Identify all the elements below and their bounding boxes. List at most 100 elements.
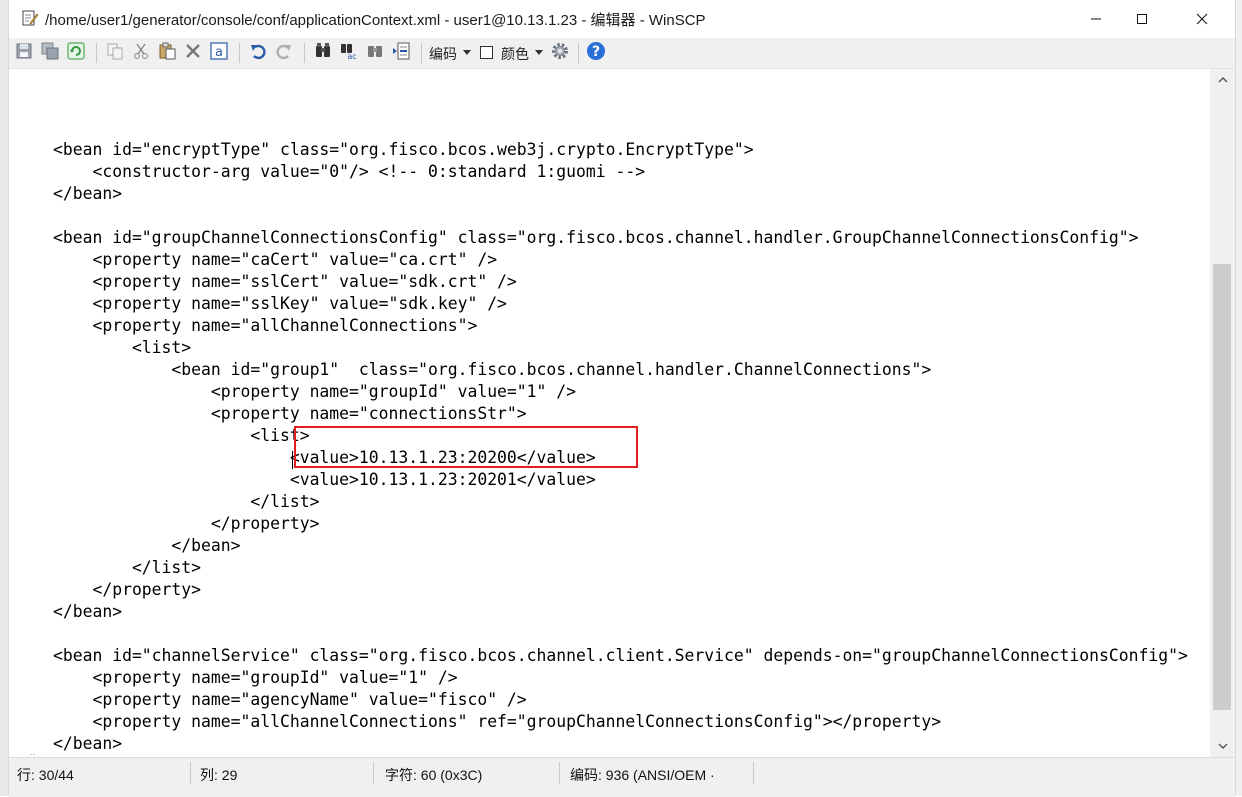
save-button[interactable] <box>12 41 36 65</box>
toolbar-separator <box>421 43 422 63</box>
toolbar: a ac 编码 颜色 ? <box>9 38 1235 69</box>
code-line[interactable]: <bean id="encryptType" class="org.fisco.… <box>53 139 1188 161</box>
code-line[interactable]: </property> <box>53 579 1188 601</box>
code-line[interactable]: </list> <box>53 557 1188 579</box>
settings-button[interactable] <box>548 41 572 65</box>
svg-text:ac: ac <box>347 52 356 60</box>
status-bar: 行: 30/44 列: 29 字符: 60 (0x3C) 编码: 936 (AN… <box>9 757 1235 797</box>
status-divider <box>373 762 374 784</box>
reload-button[interactable] <box>64 41 88 65</box>
code-line[interactable]: <bean id="groupChannelConnectionsConfig"… <box>53 227 1188 249</box>
chevron-down-icon <box>535 50 543 55</box>
delete-icon <box>184 42 202 65</box>
code-line[interactable]: </list> <box>53 491 1188 513</box>
code-line[interactable]: <value>10.13.1.23:20201</value> <box>53 469 1188 491</box>
status-divider <box>753 762 754 784</box>
code-line[interactable]: </bean> <box>53 601 1188 623</box>
status-divider <box>190 762 191 784</box>
status-char: 字符: 60 (0x3C) <box>385 767 483 783</box>
maximize-button[interactable] <box>1119 0 1165 38</box>
status-divider <box>559 762 560 784</box>
chevron-down-icon <box>1218 737 1228 755</box>
select-all-button[interactable]: a <box>207 41 231 65</box>
status-column: 列: 29 <box>200 767 238 783</box>
toolbar-separator <box>96 43 97 63</box>
settings-icon <box>550 41 570 66</box>
help-icon: ? <box>586 41 606 66</box>
code-line[interactable]: <property name="sslCert" value="sdk.crt"… <box>53 271 1188 293</box>
find-button[interactable] <box>311 41 335 65</box>
code-line[interactable]: <property name="groupId" value="1" /> <box>53 381 1188 403</box>
code-line[interactable]: <constructor-arg value="0"/> <!-- 0:stan… <box>53 161 1188 183</box>
code-line[interactable]: <bean id="group1" class="org.fisco.bcos.… <box>53 359 1188 381</box>
reload-icon <box>67 42 85 65</box>
code-line[interactable] <box>53 117 1188 139</box>
find-icon <box>314 42 332 65</box>
code-line[interactable] <box>53 205 1188 227</box>
code-line[interactable]: <property name="caCert" value="ca.crt" /… <box>53 249 1188 271</box>
code-line[interactable]: </bean> <box>53 535 1188 557</box>
delete-button[interactable] <box>181 41 205 65</box>
scroll-down-button[interactable] <box>1210 735 1235 757</box>
chevron-down-icon <box>463 50 471 55</box>
redo-icon <box>275 42 293 65</box>
svg-text:?: ? <box>592 44 600 60</box>
text-cursor <box>292 451 293 469</box>
replace-icon: ac <box>340 42 358 65</box>
replace-button[interactable]: ac <box>337 41 361 65</box>
encoding-menu[interactable]: 编码 <box>429 44 457 64</box>
cut-button[interactable] <box>129 41 153 65</box>
status-encoding: 编码: 936 (ANSI/OEM · <box>570 767 715 783</box>
color-menu[interactable]: 颜色 <box>501 44 529 64</box>
code-line[interactable]: <property name="allChannelConnections" r… <box>53 711 1188 733</box>
code-line[interactable]: <list> <box>53 337 1188 359</box>
redo-button[interactable] <box>272 41 296 65</box>
svg-text:a: a <box>215 45 223 60</box>
save-all-icon <box>41 42 59 65</box>
code-line[interactable]: <property name="allChannelConnections"> <box>53 315 1188 337</box>
scrollbar-thumb[interactable] <box>1213 264 1231 710</box>
code-line[interactable]: <property name="sslKey" value="sdk.key" … <box>53 293 1188 315</box>
save-all-button[interactable] <box>38 41 62 65</box>
code-line[interactable]: </bean> <box>53 733 1188 755</box>
editor-overflow-marker: ·· <box>29 749 36 757</box>
code-line[interactable]: </bean> <box>53 183 1188 205</box>
help-button[interactable]: ? <box>584 41 608 65</box>
minimize-button[interactable] <box>1073 0 1119 38</box>
text-editor[interactable]: <bean id="encryptType" class="org.fisco.… <box>9 69 1210 757</box>
undo-icon <box>249 42 267 65</box>
chevron-up-icon <box>1218 71 1228 89</box>
color-checkbox[interactable] <box>480 46 493 59</box>
scroll-up-button[interactable] <box>1210 69 1235 91</box>
goto-line-button[interactable] <box>389 41 413 65</box>
code-line[interactable]: <property name="groupId" value="1" /> <box>53 667 1188 689</box>
title-bar: /home/user1/generator/console/conf/appli… <box>9 0 1235 38</box>
code-line[interactable] <box>53 623 1188 645</box>
code-line[interactable]: </property> <box>53 513 1188 535</box>
toolbar-separator <box>304 43 305 63</box>
copy-button[interactable] <box>103 41 127 65</box>
status-line: 行: 30/44 <box>17 767 74 783</box>
editor-window: /home/user1/generator/console/conf/appli… <box>8 0 1236 797</box>
toolbar-separator <box>578 43 579 63</box>
toolbar-separator <box>239 43 240 63</box>
select-all-icon: a <box>210 41 228 65</box>
code-line[interactable]: <property name="connectionsStr"> <box>53 403 1188 425</box>
code-line[interactable]: <bean id="channelService" class="org.fis… <box>53 645 1188 667</box>
paste-button[interactable] <box>155 41 179 65</box>
find-next-icon <box>366 42 384 65</box>
goto-line-icon <box>392 42 410 65</box>
code-line[interactable]: <property name="agencyName" value="fisco… <box>53 689 1188 711</box>
background-window-left <box>0 0 8 796</box>
highlight-annotation-box <box>294 426 638 468</box>
copy-icon <box>106 42 124 65</box>
cut-icon <box>132 42 150 65</box>
save-icon <box>15 42 33 65</box>
edit-file-icon <box>21 9 39 27</box>
undo-button[interactable] <box>246 41 270 65</box>
vertical-scrollbar[interactable] <box>1210 69 1235 757</box>
window-title: /home/user1/generator/console/conf/appli… <box>45 12 706 29</box>
close-button[interactable] <box>1179 0 1225 38</box>
find-next-button[interactable] <box>363 41 387 65</box>
paste-icon <box>158 42 176 65</box>
